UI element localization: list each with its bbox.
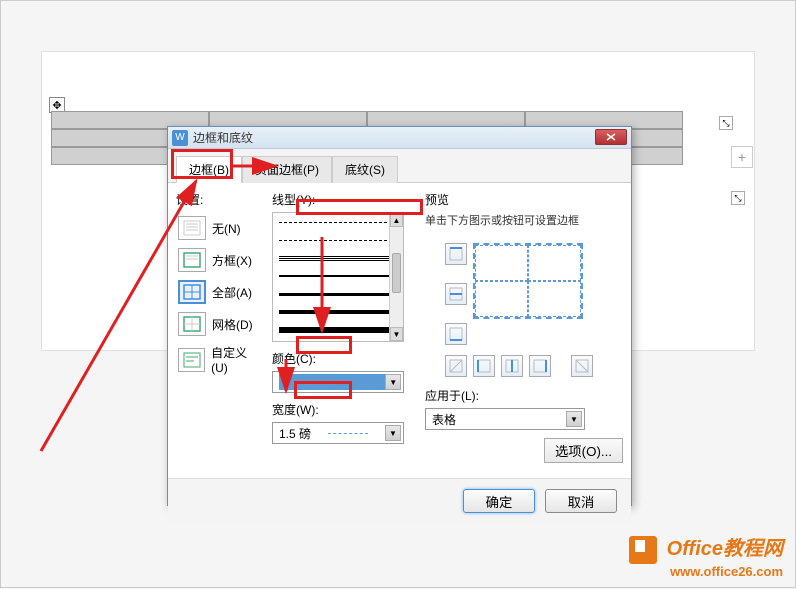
close-icon [606,133,616,141]
preset-grid[interactable]: 网格(D) [176,308,264,340]
dialog-content: 设置: 无(N) 方框(X) 全部(A) 网格(D) [168,183,631,478]
apply-label: 应用于(L): [425,387,623,404]
color-label: 颜色(C): [272,350,417,367]
preview-sample[interactable] [473,243,583,319]
style-label: 线型(Y): [272,191,417,208]
line-style-list[interactable]: ▲ ▼ [272,212,404,342]
border-vmid-button[interactable] [501,355,523,377]
style-item[interactable] [273,285,403,303]
tab-strip: 边框(B) 页面边框(P) 底纹(S) [168,149,631,183]
preset-custom[interactable]: 自定义(U) [176,340,264,379]
border-left-button[interactable] [473,355,495,377]
style-item[interactable] [273,267,403,285]
tab-shading[interactable]: 底纹(S) [332,156,398,183]
border-diag2-button[interactable] [571,355,593,377]
watermark-url: www.office26.com [629,564,783,579]
preset-custom-label: 自定义(U) [211,344,262,375]
tab-border[interactable]: 边框(B) [176,156,242,183]
cancel-button[interactable]: 取消 [545,489,617,513]
settings-column: 设置: 无(N) 方框(X) 全部(A) 网格(D) [176,191,264,470]
border-top-button[interactable] [445,243,467,265]
width-label: 宽度(W): [272,401,417,418]
settings-label: 设置: [176,191,264,208]
color-swatch [279,374,385,390]
scroll-thumb[interactable] [392,253,401,293]
watermark-brand: Office教程网 [667,538,783,560]
color-dropdown[interactable]: ▼ [272,371,404,393]
app-icon: W [172,130,188,146]
resize-handle[interactable]: ⤡ [719,116,733,130]
watermark-icon [629,536,657,564]
preset-all-label: 全部(A) [212,284,252,301]
preset-none[interactable]: 无(N) [176,212,264,244]
border-right-button[interactable] [529,355,551,377]
preset-none-label: 无(N) [212,220,241,237]
width-sample-line [328,433,368,434]
dialog-title: 边框和底纹 [193,129,253,146]
preset-grid-label: 网格(D) [212,316,253,333]
apply-dropdown[interactable]: 表格 ▼ [425,408,585,430]
preview-column: 预览 单击下方图示或按钮可设置边框 应用于(L [425,191,623,470]
chevron-down-icon: ▼ [385,374,401,390]
width-dropdown[interactable]: 1.5 磅 ▼ [272,422,404,444]
border-bottom-button[interactable] [445,323,467,345]
resize-handle-2[interactable]: ⤡ [731,191,745,205]
preset-box-label: 方框(X) [212,252,252,269]
apply-value: 表格 [432,411,456,428]
options-button[interactable]: 选项(O)... [544,438,623,463]
border-hmid-button[interactable] [445,283,467,305]
ok-button[interactable]: 确定 [463,489,535,513]
chevron-down-icon: ▼ [385,425,401,441]
watermark: Office教程网 www.office26.com [629,532,783,579]
style-item[interactable] [273,303,403,321]
preset-all[interactable]: 全部(A) [176,276,264,308]
border-diag1-button[interactable] [445,355,467,377]
style-scrollbar[interactable]: ▲ ▼ [389,213,403,341]
style-item[interactable] [273,231,403,249]
add-button[interactable]: + [731,146,753,168]
style-item[interactable] [273,249,403,267]
scroll-up-icon[interactable]: ▲ [390,213,403,227]
scroll-down-icon[interactable]: ▼ [390,327,403,341]
preset-box[interactable]: 方框(X) [176,244,264,276]
style-column: 线型(Y): ▲ ▼ 颜色(C): ▼ 宽度(W): [272,191,417,470]
style-item[interactable] [273,213,403,231]
preview-hint: 单击下方图示或按钮可设置边框 [425,215,579,227]
style-item[interactable] [273,321,403,339]
width-value: 1.5 磅 [279,425,311,442]
dialog-titlebar[interactable]: W 边框和底纹 [168,127,631,149]
tab-page-border[interactable]: 页面边框(P) [242,156,332,183]
borders-shading-dialog: W 边框和底纹 边框(B) 页面边框(P) 底纹(S) 设置: 无(N) 方框(… [167,126,632,506]
preview-label: 预览 [425,191,623,208]
dialog-buttons: 确定 取消 [168,478,631,523]
close-button[interactable] [595,129,627,145]
chevron-down-icon: ▼ [566,411,582,427]
